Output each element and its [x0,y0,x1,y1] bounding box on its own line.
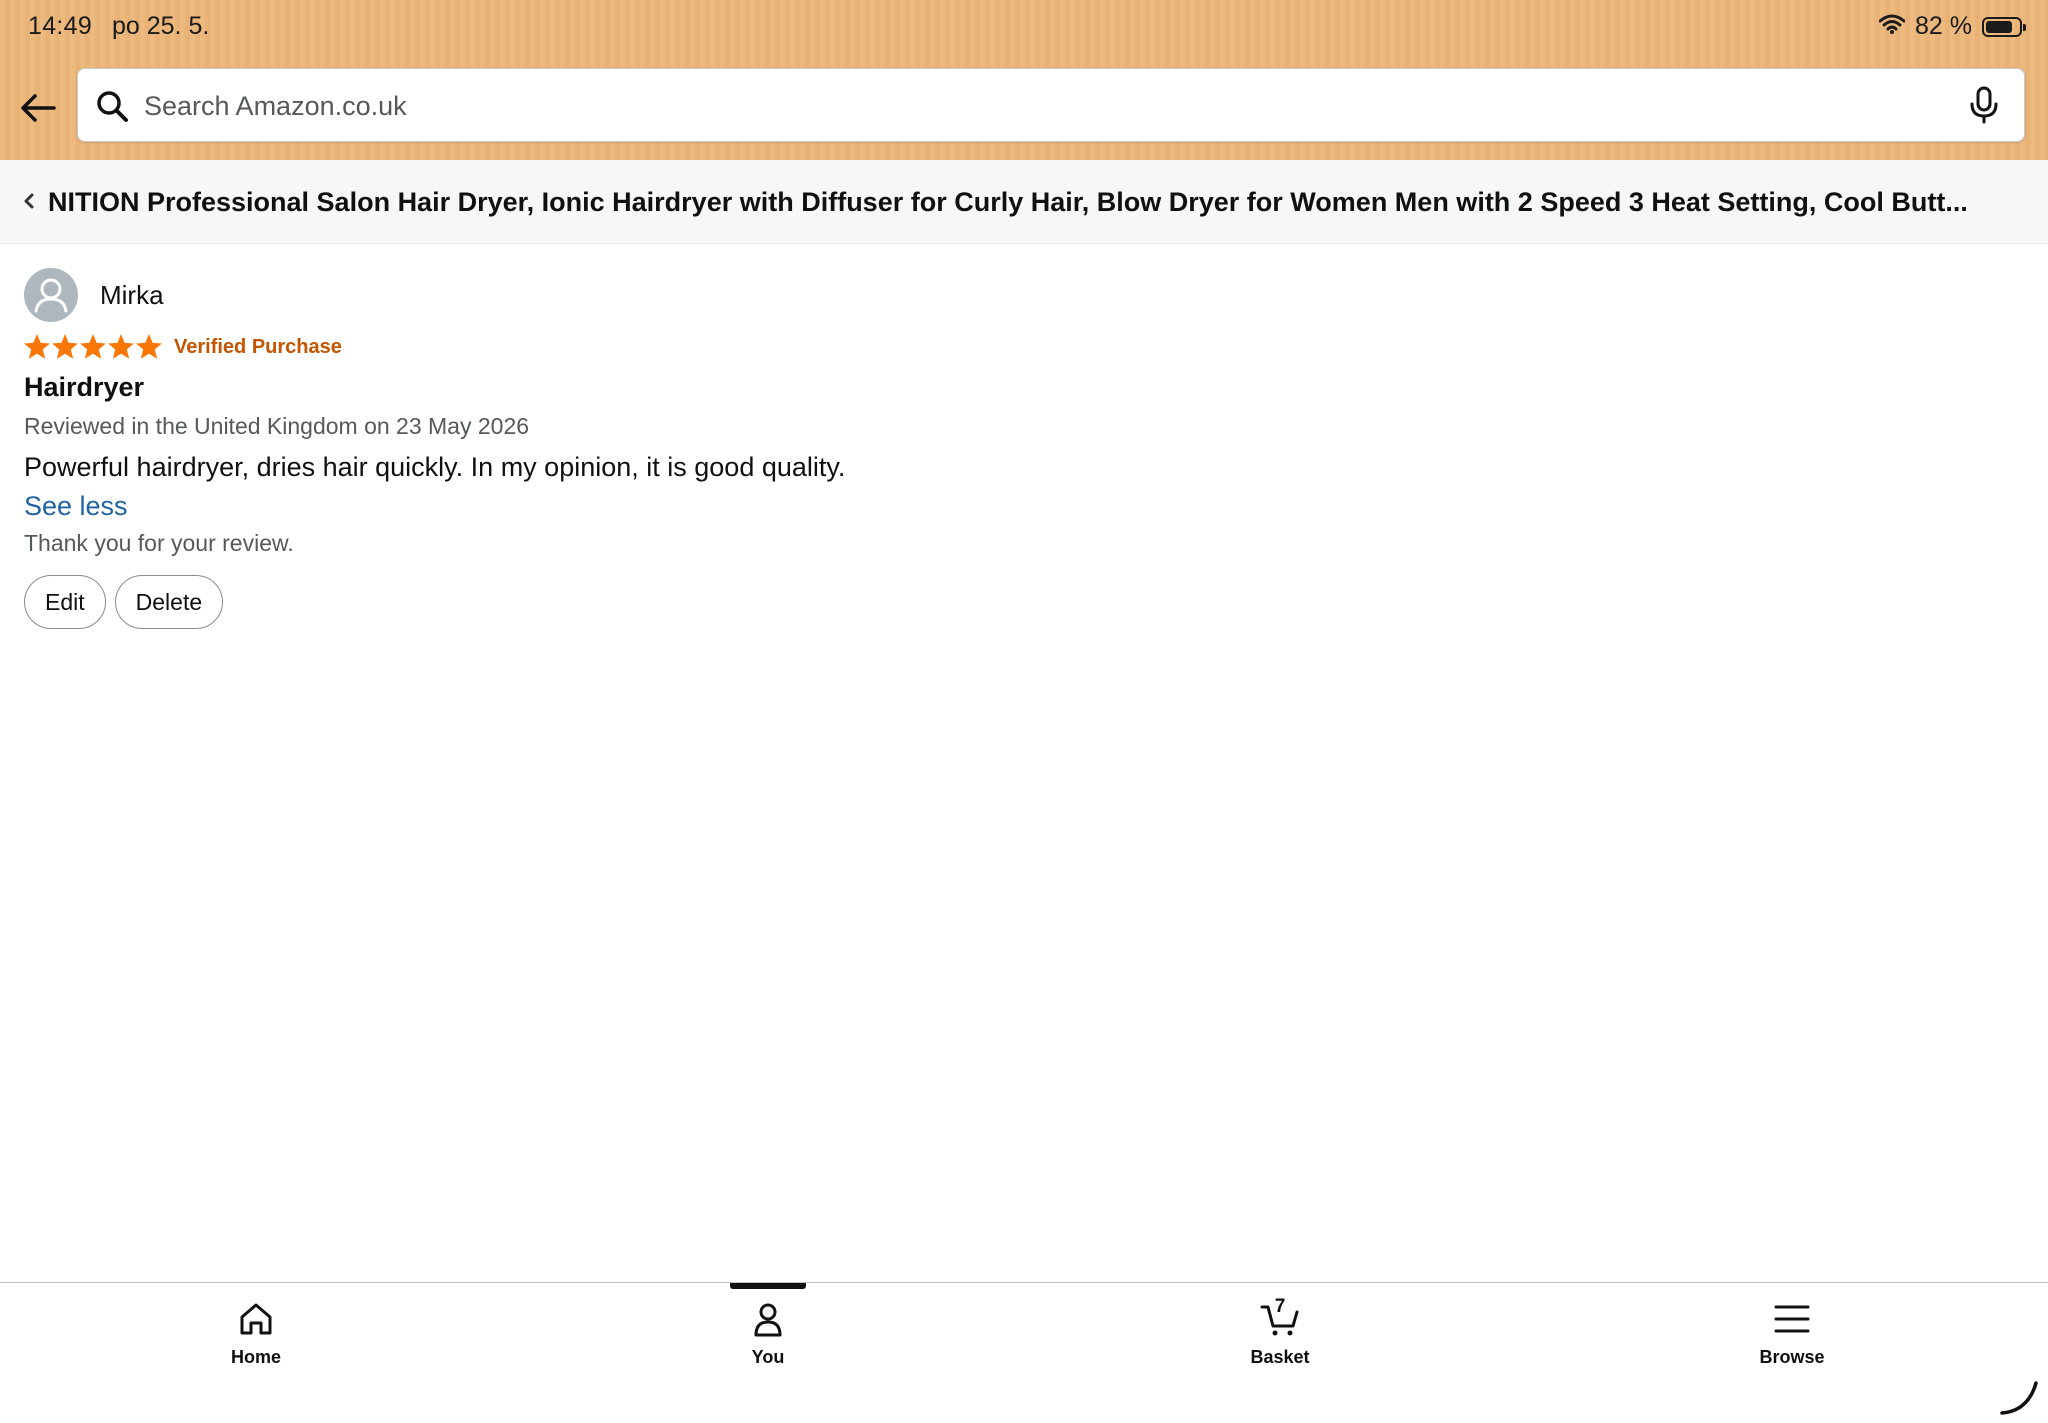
status-date: po 25. 5. [112,12,210,40]
review-meta: Reviewed in the United Kingdom on 23 May… [24,413,530,439]
status-right: 82 % [1878,12,2026,41]
top-header: 14:49 po 25. 5. 82 % [0,0,2048,160]
battery-tip [2023,23,2026,31]
basket-count: 7 [1274,1296,1286,1317]
verified-purchase-badge: Verified Purchase [174,335,342,358]
star-icon [24,334,50,359]
search-box[interactable] [77,68,2025,142]
thank-you-text: Thank you for your review. [24,530,294,556]
back-arrow-icon[interactable] [18,88,58,128]
star-rating [24,334,162,360]
battery-icon [1982,16,2026,37]
review: Mirka Verified Purchase Hairdryer Review… [24,268,2014,629]
review-title: Hairdryer [24,372,145,402]
menu-icon [1774,1305,1810,1333]
search-input[interactable] [142,77,1926,135]
nav-home[interactable]: Home [156,1283,356,1423]
person-icon [34,278,68,313]
star-icon [52,334,78,359]
nav-browse-label: Browse [1759,1347,1825,1367]
search-icon [97,91,128,122]
battery-fill [1986,20,2012,33]
nav-basket[interactable]: 7 Basket [1180,1283,1380,1423]
product-header[interactable]: NITION Professional Salon Hair Dryer, Io… [0,160,2048,244]
person-icon [754,1303,782,1337]
delete-button[interactable]: Delete [114,575,224,629]
battery-percent: 82 % [1915,12,1972,40]
rating-row: Verified Purchase [24,332,2014,362]
edit-button[interactable]: Edit [24,575,106,629]
star-icon [136,334,162,359]
microphone-icon[interactable] [1964,85,2004,125]
chevron-left-icon[interactable] [20,190,38,212]
review-actions: Edit Delete [24,575,2014,629]
nav-home-label: Home [230,1347,281,1367]
resize-handle-icon[interactable] [1998,1373,2042,1417]
bottom-nav: Home You 7 Basket Browse [0,1282,2048,1423]
star-icon [80,334,106,359]
reviewer: Mirka [24,268,2014,322]
wifi-icon [1878,12,1906,41]
reviewer-name: Mirka [100,279,164,310]
see-less-link[interactable]: See less [24,491,128,522]
page: 14:49 po 25. 5. 82 % Search Amazon.co.uk… [0,0,2048,1423]
nav-browse[interactable]: Browse [1692,1283,1892,1423]
star-icon [108,334,134,359]
home-icon [240,1303,272,1335]
product-title[interactable]: NITION Professional Salon Hair Dryer, Io… [48,160,2023,244]
status-time: 14:49 [28,12,93,40]
nav-you-label: You [751,1347,785,1367]
nav-you[interactable]: You [668,1283,868,1423]
nav-basket-label: Basket [1250,1347,1310,1367]
review-body: Powerful hairdryer, dries hair quickly. … [24,452,846,482]
avatar [24,268,78,322]
